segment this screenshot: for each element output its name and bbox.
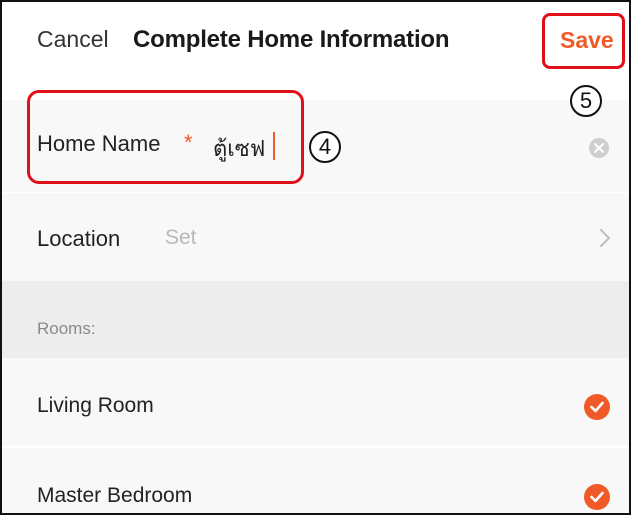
cancel-button[interactable]: Cancel: [37, 26, 109, 53]
rooms-section-header: Rooms:: [2, 281, 629, 358]
step-four-marker: 4: [309, 131, 341, 163]
chevron-right-icon: [599, 228, 611, 253]
location-label: Location: [37, 226, 121, 251]
screen-frame: Cancel Complete Home Information Save Ho…: [0, 0, 631, 515]
room-label: Living Room: [37, 394, 154, 417]
room-item-living-room[interactable]: Living Room: [2, 358, 629, 446]
save-highlight-callout: [542, 13, 625, 69]
home-name-highlight-callout: [27, 90, 304, 184]
clear-icon[interactable]: [589, 138, 609, 158]
step-five-marker: 5: [570, 85, 602, 117]
rooms-section-label: Rooms:: [37, 319, 96, 338]
top-bar: Cancel Complete Home Information Save: [2, 2, 629, 80]
checkmark-circle-icon[interactable]: [584, 394, 610, 420]
room-item-master-bedroom[interactable]: Master Bedroom: [2, 448, 629, 513]
location-row[interactable]: Location Set: [2, 193, 629, 281]
room-label: Master Bedroom: [37, 484, 193, 507]
checkmark-circle-icon[interactable]: [584, 484, 610, 510]
page-title: Complete Home Information: [133, 26, 450, 53]
location-value: Set: [165, 226, 197, 249]
